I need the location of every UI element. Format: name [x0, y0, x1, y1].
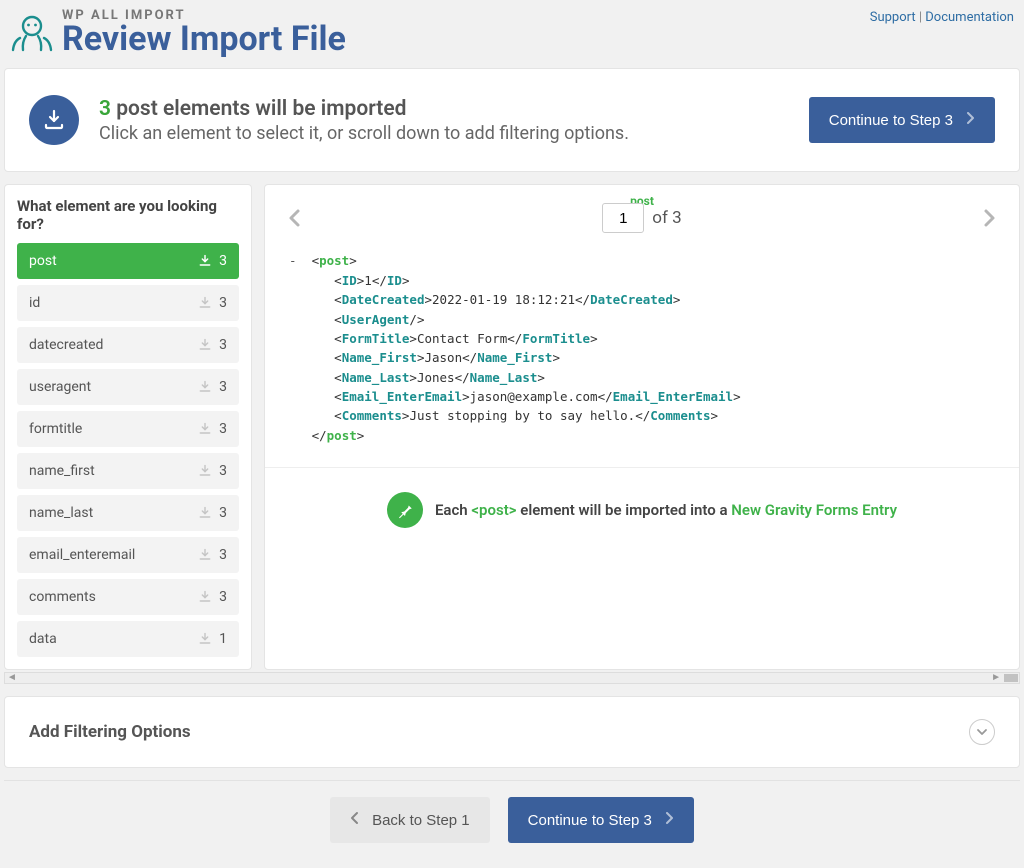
download-icon [197, 505, 213, 521]
record-index-input[interactable] [602, 203, 644, 233]
page-title: Review Import File [62, 21, 870, 58]
element-item-label: data [29, 631, 57, 647]
back-step1-button[interactable]: Back to Step 1 [330, 797, 490, 843]
element-item-count: 3 [219, 253, 227, 269]
chevron-left-icon [350, 811, 360, 829]
element-item-id[interactable]: id 3 [17, 285, 239, 321]
element-item-label: name_first [29, 463, 95, 479]
download-icon [197, 421, 213, 437]
expand-filtering-button[interactable] [969, 719, 995, 745]
element-item-useragent[interactable]: useragent 3 [17, 369, 239, 405]
element-item-label: email_enteremail [29, 547, 135, 563]
download-icon [197, 589, 213, 605]
prev-record-arrow[interactable] [281, 204, 309, 232]
element-item-name_last[interactable]: name_last 3 [17, 495, 239, 531]
element-item-count: 3 [219, 547, 227, 563]
element-item-count: 3 [219, 337, 227, 353]
element-item-label: formtitle [29, 421, 82, 437]
element-item-data[interactable]: data 1 [17, 621, 239, 657]
download-icon [197, 253, 213, 269]
element-item-count: 3 [219, 421, 227, 437]
element-item-count: 3 [219, 505, 227, 521]
notice-subtext: Click an element to select it, or scroll… [99, 123, 629, 144]
element-item-name_first[interactable]: name_first 3 [17, 453, 239, 489]
import-destination-note: Each <post> element will be imported int… [435, 501, 897, 519]
element-item-count: 1 [219, 631, 227, 647]
element-item-count: 3 [219, 379, 227, 395]
element-item-datecreated[interactable]: datecreated 3 [17, 327, 239, 363]
support-link[interactable]: Support [870, 10, 916, 25]
element-item-count: 3 [219, 295, 227, 311]
documentation-link[interactable]: Documentation [925, 10, 1014, 25]
element-item-count: 3 [219, 589, 227, 605]
chevron-right-icon [965, 111, 975, 129]
element-item-count: 3 [219, 463, 227, 479]
import-download-icon [29, 95, 79, 145]
element-item-label: useragent [29, 379, 91, 395]
notice-count: 3 [99, 97, 111, 121]
next-record-arrow[interactable] [975, 204, 1003, 232]
download-icon [197, 463, 213, 479]
download-icon [197, 295, 213, 311]
continue-step3-button-bottom[interactable]: Continue to Step 3 [508, 797, 694, 843]
pin-icon [387, 492, 423, 528]
download-icon [197, 379, 213, 395]
element-item-email_enteremail[interactable]: email_enteremail 3 [17, 537, 239, 573]
notice-heading: 3 post elements will be imported [99, 97, 629, 121]
record-total: of 3 [652, 208, 681, 228]
continue-step3-button-top[interactable]: Continue to Step 3 [809, 97, 995, 143]
element-item-formtitle[interactable]: formtitle 3 [17, 411, 239, 447]
xml-preview[interactable]: - <post> <ID>1</ID> <DateCreated>2022-01… [265, 233, 1019, 468]
download-icon [197, 547, 213, 563]
chevron-right-icon [664, 811, 674, 829]
element-item-label: comments [29, 589, 96, 605]
element-item-label: post [29, 253, 57, 269]
element-item-label: datecreated [29, 337, 103, 353]
element-item-label: name_last [29, 505, 93, 521]
horizontal-scrollbar[interactable]: ◄► [4, 672, 1020, 684]
wpai-logo-icon [10, 10, 54, 54]
element-item-comments[interactable]: comments 3 [17, 579, 239, 615]
element-item-post[interactable]: post 3 [17, 243, 239, 279]
download-icon [197, 337, 213, 353]
download-icon [197, 631, 213, 647]
sidebar-heading: What element are you looking for? [17, 197, 239, 233]
filtering-title: Add Filtering Options [29, 722, 191, 742]
element-item-label: id [29, 295, 40, 311]
